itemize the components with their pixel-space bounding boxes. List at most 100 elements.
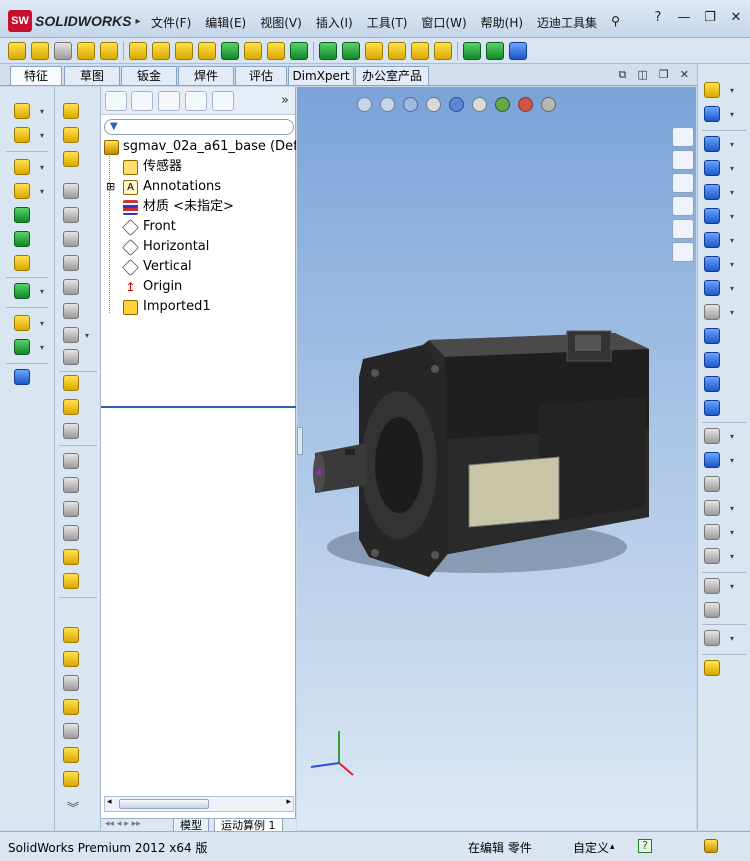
- sketch-icon[interactable]: [704, 82, 720, 98]
- wrap-icon[interactable]: [63, 231, 79, 247]
- tab-sketch[interactable]: 草图: [64, 66, 120, 85]
- revolve-icon[interactable]: [63, 103, 79, 119]
- menu-help[interactable]: 帮助(H): [474, 14, 530, 31]
- custom-properties-icon[interactable]: [672, 242, 694, 262]
- flex-icon[interactable]: [63, 255, 79, 271]
- rib-icon[interactable]: [14, 231, 30, 247]
- tree-item-vertical-plane[interactable]: Vertical: [101, 257, 296, 277]
- boss-extrude-icon[interactable]: [14, 103, 30, 119]
- instant3d-icon[interactable]: [388, 41, 406, 60]
- chevron-down-icon[interactable]: ▾: [40, 287, 44, 296]
- linear-pattern-icon[interactable]: [290, 41, 308, 60]
- split-view-icon[interactable]: ◫: [638, 68, 648, 82]
- ellipse-icon[interactable]: [704, 280, 720, 296]
- mirror-entities-icon[interactable]: [704, 500, 720, 516]
- loft-icon[interactable]: [63, 151, 79, 167]
- tree-filter-input[interactable]: ▼: [104, 119, 294, 135]
- revolve-boss-icon[interactable]: [31, 41, 49, 60]
- curve-icon[interactable]: [14, 339, 30, 355]
- quick-snaps-icon[interactable]: [704, 630, 720, 646]
- fillet-sketch-icon[interactable]: [704, 304, 720, 320]
- expand-icon[interactable]: ⊞: [106, 177, 115, 197]
- trim-icon[interactable]: [63, 771, 79, 787]
- smart-dimension-icon[interactable]: [63, 651, 79, 667]
- combine-icon[interactable]: [434, 41, 452, 60]
- tree-item-annotations[interactable]: ⊞ A Annotations: [101, 177, 296, 197]
- horizontal-scrollbar[interactable]: ◂ ▸: [104, 796, 294, 812]
- menu-file[interactable]: 文件(F): [144, 14, 198, 31]
- reference-point-icon[interactable]: [14, 315, 30, 331]
- display-relations-icon[interactable]: [704, 578, 720, 594]
- menu-edit[interactable]: 编辑(E): [198, 14, 253, 31]
- menu-tools[interactable]: 工具(T): [360, 14, 415, 31]
- doc-restore-icon[interactable]: ❐: [659, 68, 669, 82]
- loft-icon[interactable]: [77, 41, 95, 60]
- help-button[interactable]: ?: [650, 10, 666, 25]
- offset-entities-icon[interactable]: [704, 476, 720, 492]
- chevron-down-icon[interactable]: ▾: [730, 164, 734, 173]
- tab-evaluate[interactable]: 评估: [235, 66, 287, 85]
- cut-extrude-icon[interactable]: [14, 127, 30, 143]
- tree-item-horizontal-plane[interactable]: Horizontal: [101, 237, 296, 257]
- tab-weldments[interactable]: 焊件: [178, 66, 234, 85]
- measure-icon[interactable]: [509, 41, 527, 60]
- chevron-down-icon[interactable]: ▾: [730, 528, 734, 537]
- file-explorer-icon[interactable]: [672, 173, 694, 193]
- hole-wizard-icon[interactable]: [129, 41, 147, 60]
- minimize-button[interactable]: —: [676, 10, 692, 25]
- rollback-bar[interactable]: [101, 406, 296, 408]
- chevron-down-icon[interactable]: ▾: [730, 582, 734, 591]
- fillet-icon[interactable]: [14, 159, 30, 175]
- trim-entities-icon[interactable]: [704, 428, 720, 444]
- chevron-down-icon[interactable]: ▾: [730, 504, 734, 513]
- units-status[interactable]: 自定义: [573, 839, 609, 856]
- helix-icon[interactable]: [486, 41, 504, 60]
- smart-dimension-icon[interactable]: [704, 106, 720, 122]
- chevron-down-icon[interactable]: ▾: [730, 634, 734, 643]
- dome-icon[interactable]: [267, 41, 285, 60]
- line-icon[interactable]: [704, 136, 720, 152]
- tab-office-products[interactable]: 办公室产品: [355, 66, 429, 85]
- logo-menu-arrow-icon[interactable]: ▸: [135, 16, 140, 27]
- menu-maidi-tools[interactable]: 迈迪工具集: [530, 14, 604, 31]
- panel-collapse-handle-icon[interactable]: [297, 427, 303, 455]
- chevron-down-icon[interactable]: ▾: [730, 188, 734, 197]
- servo-motor-model[interactable]: [297, 87, 696, 830]
- view-palette-icon[interactable]: [672, 196, 694, 216]
- deform-icon[interactable]: [63, 279, 79, 295]
- expand-panel-icon[interactable]: »: [281, 93, 289, 108]
- appearances-icon[interactable]: [672, 219, 694, 239]
- shell-icon[interactable]: [221, 41, 239, 60]
- configuration-manager-tab-icon[interactable]: [158, 91, 180, 111]
- sweep-icon[interactable]: [63, 183, 79, 199]
- tile-icon[interactable]: ⧉: [619, 68, 627, 82]
- fillet-icon[interactable]: [152, 41, 170, 60]
- shell-icon[interactable]: [14, 207, 30, 223]
- delete-face-icon[interactable]: [63, 423, 79, 439]
- tree-item-material[interactable]: 材质 <未指定>: [101, 197, 296, 217]
- chamfer-icon[interactable]: [175, 41, 193, 60]
- chevron-down-icon[interactable]: ▾: [85, 331, 89, 340]
- point-icon[interactable]: [704, 352, 720, 368]
- chevron-down-icon[interactable]: ▾: [730, 86, 734, 95]
- linear-sketch-pattern-icon[interactable]: [704, 524, 720, 540]
- chevron-down-icon[interactable]: ▾: [40, 343, 44, 352]
- dimxpert-icon[interactable]: [63, 453, 79, 469]
- appearance-icon[interactable]: [63, 573, 79, 589]
- chevron-down-icon[interactable]: ▾: [730, 212, 734, 221]
- solidworks-logo[interactable]: SW SOLIDWORKS ▸: [8, 9, 140, 33]
- repair-sketch-icon[interactable]: [704, 602, 720, 618]
- tab-dimxpert[interactable]: DimXpert: [288, 66, 354, 85]
- chevron-down-icon[interactable]: ▾: [40, 319, 44, 328]
- tree-item-front-plane[interactable]: Front: [101, 217, 296, 237]
- menu-insert[interactable]: 插入(I): [309, 14, 360, 31]
- rapid-sketch-icon[interactable]: [704, 660, 720, 676]
- solidworks-resources-icon[interactable]: [672, 127, 694, 147]
- tab-features[interactable]: 特征: [10, 66, 62, 85]
- mate-icon[interactable]: [63, 699, 79, 715]
- curves-icon[interactable]: [365, 41, 383, 60]
- draft-icon[interactable]: [244, 41, 262, 60]
- property-manager-tab-icon[interactable]: [131, 91, 153, 111]
- chevron-down-icon[interactable]: ▾: [40, 187, 44, 196]
- chevron-down-icon[interactable]: ▾: [730, 110, 734, 119]
